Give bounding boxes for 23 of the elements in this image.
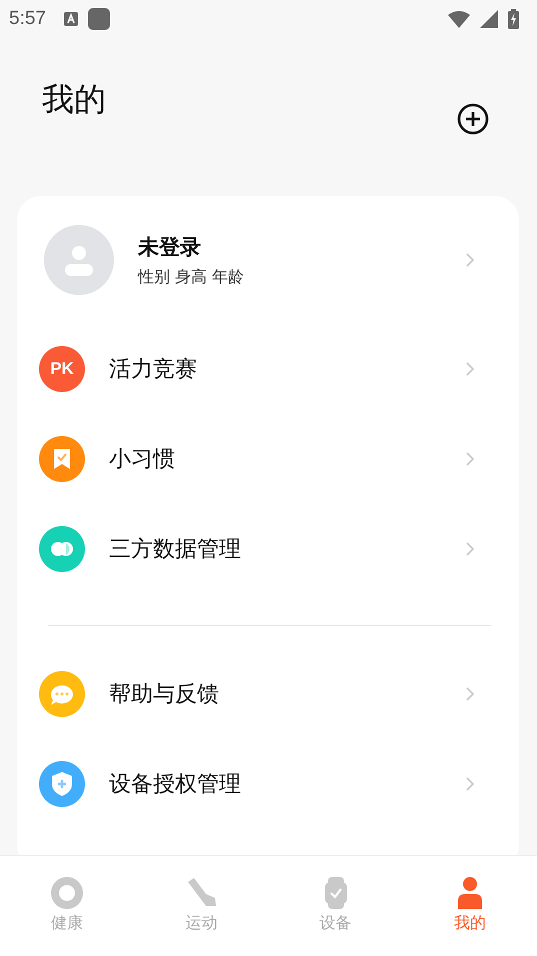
chevron-icon xyxy=(466,452,474,466)
profile-name[interactable]: 未登录 xyxy=(138,232,466,260)
menu-item[interactable]: 小习惯 xyxy=(109,444,466,474)
profile-details: 性别 身高 年龄 xyxy=(138,266,246,288)
page-title: 我的 xyxy=(42,79,106,120)
chevron-icon xyxy=(466,253,474,267)
status-time: 5:57 xyxy=(9,8,46,30)
add-icon[interactable] xyxy=(457,103,489,135)
battery-icon xyxy=(508,9,519,29)
menu-item[interactable]: 帮助与反馈 xyxy=(109,679,466,709)
chevron-icon xyxy=(466,687,474,701)
chevron-icon xyxy=(466,777,474,791)
pk-label: PK xyxy=(49,359,75,379)
chevron-icon xyxy=(466,542,474,556)
tab-icon xyxy=(50,876,84,910)
app-icon xyxy=(88,8,110,30)
wifi-icon xyxy=(448,10,470,28)
signal-icon xyxy=(480,10,498,28)
chevron-icon xyxy=(466,362,474,376)
menu-item[interactable]: 设备授权管理 xyxy=(109,769,466,799)
menu-item[interactable]: 三方数据管理 xyxy=(109,534,466,564)
keyboard-icon xyxy=(64,12,78,26)
menu-item[interactable]: 活力竞赛 xyxy=(109,354,466,384)
